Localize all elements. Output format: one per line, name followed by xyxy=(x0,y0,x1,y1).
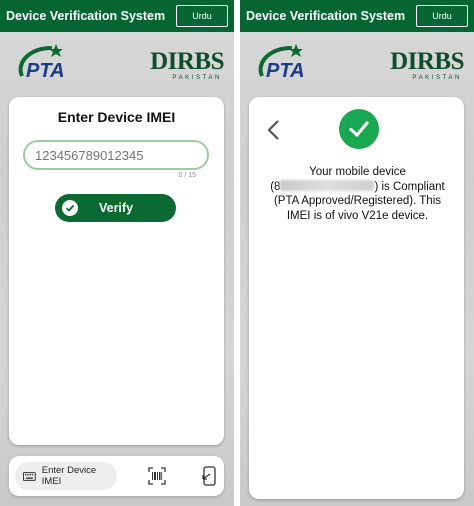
app-title: Device Verification System xyxy=(6,9,166,23)
result-line-4: IMEI is of vivo V21e device. xyxy=(286,209,429,222)
dirbs-logo-text: DIRBS xyxy=(390,48,464,75)
success-check-icon xyxy=(339,109,379,149)
result-line-1: Your mobile device xyxy=(309,166,406,178)
imei-entry-screen: Device Verification System Urdu PTA DIRB… xyxy=(0,0,234,506)
result-line-2: (8 ) is Compliant xyxy=(261,179,454,195)
imei-prefix: (8 xyxy=(270,180,281,193)
barcode-scan-icon[interactable] xyxy=(148,467,166,485)
verify-label: Verify xyxy=(98,201,134,215)
char-counter: 0 / 15 xyxy=(178,172,196,179)
pta-logo: PTA xyxy=(18,44,65,82)
compliance-status: ) is Compliant xyxy=(374,180,445,193)
card-title: Enter Device IMEI xyxy=(57,109,176,125)
enter-imei-tab-label: Enter Device IMEI xyxy=(41,465,97,487)
pta-logo-text: PTA xyxy=(266,60,305,82)
language-button[interactable]: Urdu xyxy=(176,5,228,27)
keyboard-icon xyxy=(23,471,36,481)
verify-button[interactable]: Verify xyxy=(55,194,176,222)
imei-card: Enter Device IMEI 0 / 15 Verify xyxy=(9,97,224,445)
dirbs-logo: DIRBS PAKISTAN xyxy=(388,48,464,82)
result-card: Your mobile device (8 ) is Compliant (PTA… xyxy=(249,97,464,499)
language-button[interactable]: Urdu xyxy=(416,5,468,27)
pta-logo-text: PTA xyxy=(26,60,65,82)
app-bar: Device Verification System Urdu xyxy=(240,0,474,32)
redacted-imei xyxy=(280,179,375,191)
dirbs-logo-subtext: PAKISTAN xyxy=(172,75,222,81)
dirbs-logo: DIRBS PAKISTAN xyxy=(148,48,224,82)
result-line-3: (PTA Approved/Registered). This xyxy=(273,195,442,207)
back-arrow-icon[interactable] xyxy=(266,119,280,141)
result-screen: Device Verification System Urdu PTA DIRB… xyxy=(240,0,474,506)
logo-row: PTA DIRBS PAKISTAN xyxy=(240,40,474,90)
dirbs-logo-subtext: PAKISTAN xyxy=(412,75,462,81)
enter-imei-tab[interactable]: Enter Device IMEI xyxy=(15,462,117,490)
dirbs-logo-text: DIRBS xyxy=(150,48,224,75)
app-title: Device Verification System xyxy=(246,9,406,23)
export-icon[interactable] xyxy=(200,466,216,486)
check-circle-icon xyxy=(62,200,78,216)
imei-input[interactable] xyxy=(23,140,209,170)
logo-row: PTA DIRBS PAKISTAN xyxy=(0,40,234,90)
bottom-nav: Enter Device IMEI xyxy=(9,456,224,496)
verification-result-text: Your mobile device (8 ) is Compliant (PTA… xyxy=(261,165,454,223)
app-bar: Device Verification System Urdu xyxy=(0,0,234,32)
pta-logo: PTA xyxy=(258,44,305,82)
